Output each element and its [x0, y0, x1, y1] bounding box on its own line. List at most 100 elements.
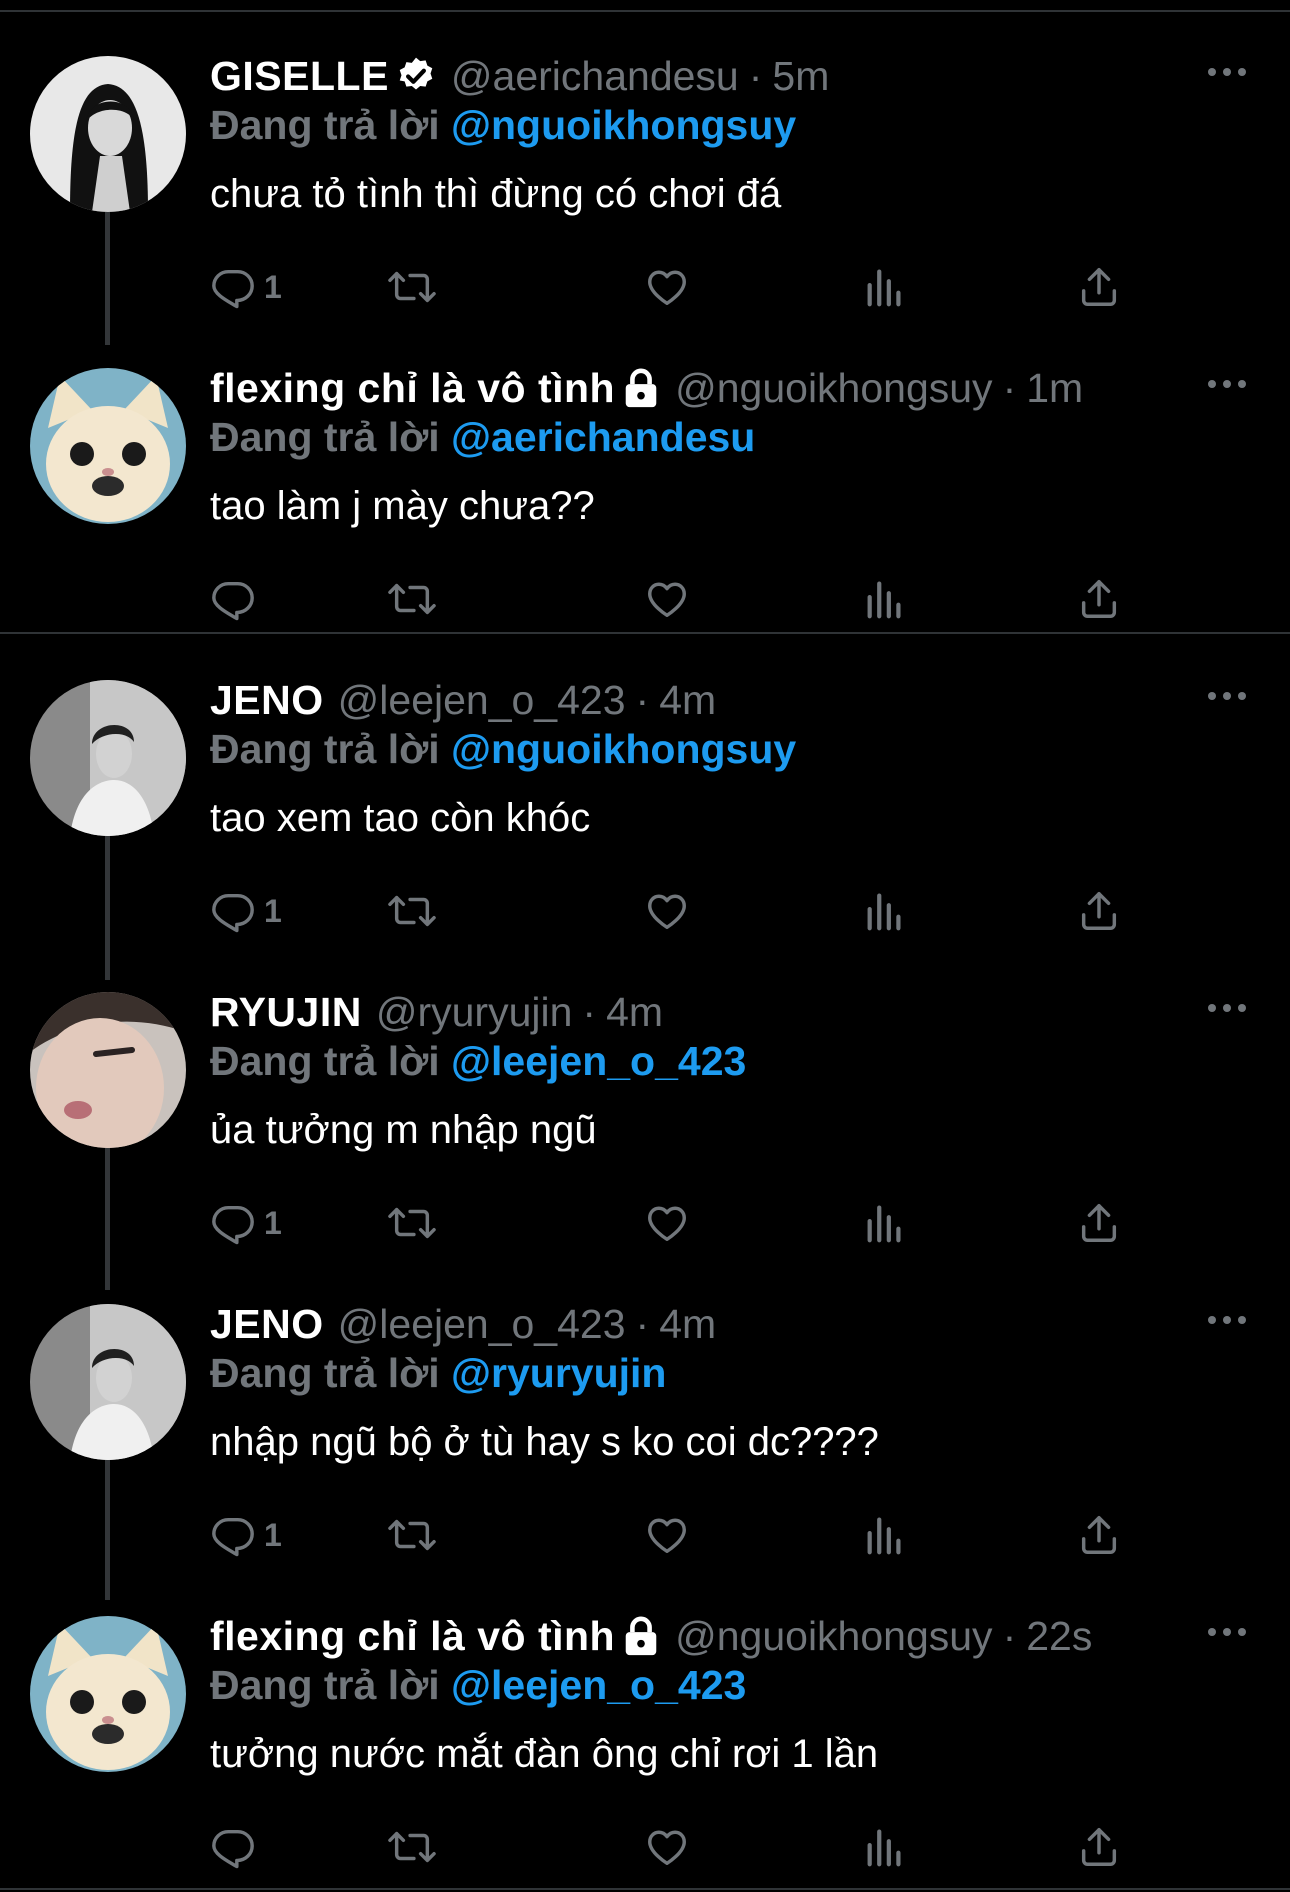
heart-icon	[648, 582, 686, 618]
avatar-giselle[interactable]	[30, 56, 186, 212]
display-name[interactable]: flexing chỉ là vô tình	[210, 365, 615, 412]
mention-link[interactable]: @nguoikhongsuy	[451, 726, 796, 772]
share-button[interactable]	[1076, 1510, 1122, 1560]
mention-link[interactable]: @leejen_o_423	[451, 1662, 746, 1708]
handle[interactable]: @nguoikhongsuy	[675, 1613, 992, 1660]
lock-icon	[625, 368, 657, 408]
views-icon	[867, 893, 901, 931]
reply-button[interactable]	[210, 1822, 256, 1872]
reply-count: 1	[264, 1516, 282, 1553]
retweet-button[interactable]	[386, 1510, 438, 1560]
reply-button[interactable]: 1	[210, 262, 282, 312]
avatar-ryujin[interactable]	[30, 992, 186, 1148]
handle[interactable]: @leejen_o_423	[338, 677, 626, 724]
timestamp[interactable]: 1m	[1026, 365, 1083, 412]
replying-to: Đang trả lời @leejen_o_423	[210, 1038, 746, 1085]
like-button[interactable]	[644, 574, 690, 624]
retweet-button[interactable]	[386, 262, 438, 312]
more-options-icon[interactable]	[1208, 692, 1246, 700]
avatar-jeno[interactable]	[30, 680, 186, 836]
replying-to: Đang trả lời @nguoikhongsuy	[210, 102, 796, 149]
tweet-text: nhập ngũ bộ ở tù hay s ko coi dc????	[210, 1420, 879, 1464]
separator-dot: ·	[582, 988, 597, 1035]
display-name[interactable]: GISELLE	[210, 53, 389, 100]
replying-to: Đang trả lời @nguoikhongsuy	[210, 726, 796, 773]
reply-icon	[212, 269, 254, 309]
mention-link[interactable]: @aerichandesu	[451, 414, 755, 460]
timestamp[interactable]: 4m	[659, 1301, 716, 1348]
tweet[interactable]: JENO @leejen_o_423 · 4m Đang trả lời @ng…	[0, 634, 1290, 980]
separator-dot: ·	[1002, 364, 1017, 411]
views-button[interactable]	[862, 574, 908, 624]
lock-icon	[625, 1616, 657, 1656]
mention-link[interactable]: @ryuryujin	[451, 1350, 666, 1396]
timestamp[interactable]: 5m	[772, 53, 829, 100]
share-button[interactable]	[1076, 262, 1122, 312]
views-button[interactable]	[862, 262, 908, 312]
avatar-cat[interactable]	[30, 368, 186, 524]
retweet-icon	[388, 271, 436, 303]
handle[interactable]: @nguoikhongsuy	[675, 365, 992, 412]
share-button[interactable]	[1076, 1822, 1122, 1872]
reply-button[interactable]: 1	[210, 886, 282, 936]
views-button[interactable]	[862, 1510, 908, 1560]
more-options-icon[interactable]	[1208, 1316, 1246, 1324]
views-button[interactable]	[862, 886, 908, 936]
tweet[interactable]: GISELLE @aerichandesu · 5m Đang trả lời …	[0, 10, 1290, 345]
retweet-button[interactable]	[386, 574, 438, 624]
like-button[interactable]	[644, 262, 690, 312]
replying-to-label: Đang trả lời	[210, 726, 440, 772]
display-name[interactable]: JENO	[210, 1301, 324, 1348]
retweet-button[interactable]	[386, 1198, 438, 1248]
tweet-text: ủa tưởng m nhập ngũ	[210, 1108, 597, 1152]
avatar-jeno[interactable]	[30, 1304, 186, 1460]
reply-icon	[212, 893, 254, 933]
mention-link[interactable]: @nguoikhongsuy	[451, 102, 796, 148]
reply-button[interactable]	[210, 574, 256, 624]
more-options-icon[interactable]	[1208, 1628, 1246, 1636]
badge	[395, 55, 437, 97]
handle[interactable]: @leejen_o_423	[338, 1301, 626, 1348]
avatar-cat[interactable]	[30, 1616, 186, 1772]
handle[interactable]: @aerichandesu	[451, 53, 739, 100]
tweet[interactable]: flexing chỉ là vô tình @nguoikhongsuy · …	[0, 322, 1290, 632]
views-button[interactable]	[862, 1822, 908, 1872]
like-button[interactable]	[644, 1822, 690, 1872]
retweet-button[interactable]	[386, 1822, 438, 1872]
share-icon	[1081, 892, 1117, 930]
action-bar	[210, 1822, 1140, 1872]
replying-to-label: Đang trả lời	[210, 1350, 440, 1396]
tweet[interactable]: RYUJIN @ryuryujin · 4m Đang trả lời @lee…	[0, 946, 1290, 1290]
more-options-icon[interactable]	[1208, 1004, 1246, 1012]
retweet-button[interactable]	[386, 886, 438, 936]
display-name[interactable]: flexing chỉ là vô tình	[210, 1613, 615, 1660]
display-name[interactable]: JENO	[210, 677, 324, 724]
timestamp[interactable]: 4m	[659, 677, 716, 724]
tweet-header: flexing chỉ là vô tình @nguoikhongsuy · …	[210, 1610, 1092, 1662]
like-button[interactable]	[644, 1510, 690, 1560]
replying-to: Đang trả lời @ryuryujin	[210, 1350, 666, 1397]
views-icon	[867, 1517, 901, 1555]
like-button[interactable]	[644, 886, 690, 936]
more-options-icon[interactable]	[1208, 68, 1246, 76]
reply-button[interactable]: 1	[210, 1198, 282, 1248]
share-button[interactable]	[1076, 886, 1122, 936]
display-name[interactable]: RYUJIN	[210, 989, 362, 1036]
tweet[interactable]: JENO @leejen_o_423 · 4m Đang trả lời @ry…	[0, 1258, 1290, 1600]
badge	[621, 1615, 661, 1657]
reply-icon	[212, 1829, 254, 1869]
timestamp[interactable]: 22s	[1026, 1613, 1092, 1660]
reply-button[interactable]: 1	[210, 1510, 282, 1560]
views-button[interactable]	[862, 1198, 908, 1248]
retweet-icon	[388, 1519, 436, 1551]
handle[interactable]: @ryuryujin	[376, 989, 573, 1036]
action-bar: 1	[210, 1198, 1140, 1248]
more-options-icon[interactable]	[1208, 380, 1246, 388]
timestamp[interactable]: 4m	[606, 989, 663, 1036]
like-button[interactable]	[644, 1198, 690, 1248]
share-button[interactable]	[1076, 1198, 1122, 1248]
replying-to: Đang trả lời @leejen_o_423	[210, 1662, 746, 1709]
tweet[interactable]: flexing chỉ là vô tình @nguoikhongsuy · …	[0, 1570, 1290, 1880]
share-button[interactable]	[1076, 574, 1122, 624]
mention-link[interactable]: @leejen_o_423	[451, 1038, 746, 1084]
